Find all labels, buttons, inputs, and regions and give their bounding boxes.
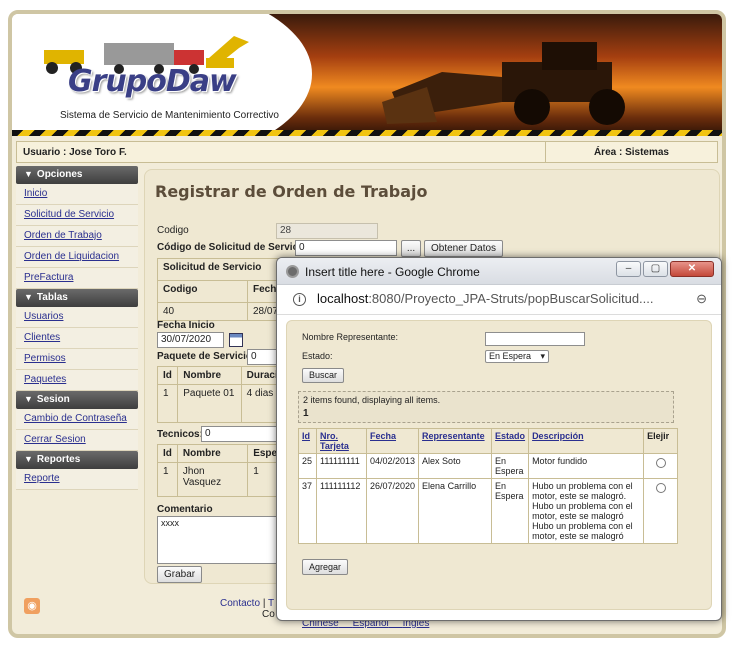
user-bar: Usuario : Jose Toro F. Área : Sistemas xyxy=(16,141,718,163)
user-bar-divider xyxy=(545,142,546,162)
sidebar-item-cambio-contrasena[interactable]: Cambio de Contraseña xyxy=(16,409,138,430)
codigo-solicitud-label: Código de Solicitud de Servicio xyxy=(157,242,308,253)
results-table: Id Nro. Tarjeta Fecha Representante Esta… xyxy=(298,428,678,544)
col-descripcion: Descripción xyxy=(528,428,645,454)
paquete-cell-nombre: Paquete 01 xyxy=(177,384,242,423)
col-id: Id xyxy=(156,366,179,385)
tecnico-cell-id: 1 xyxy=(157,462,178,497)
col-id: Id xyxy=(298,428,317,454)
select-radio[interactable] xyxy=(655,483,666,493)
sidebar-section-reportes[interactable]: ▼ Reportes xyxy=(16,451,138,469)
grabar-button[interactable]: Grabar xyxy=(157,566,203,583)
sidebar-item-clientes[interactable]: Clientes xyxy=(16,328,138,349)
col-elejir: Elejir xyxy=(643,428,678,454)
tecnico-cell-nombre: Jhon Vasquez xyxy=(176,462,249,497)
sidebar-item-reporte[interactable]: Reporte xyxy=(16,469,138,490)
codigo-solicitud-input[interactable]: 0 xyxy=(295,240,397,256)
table-row: 25 111111111 04/02/2013 Alex Soto En Esp… xyxy=(298,453,678,479)
footer: Contacto | T Co xyxy=(220,598,275,620)
triangle-down-icon: ▼ xyxy=(24,394,33,404)
comentario-label: Comentario xyxy=(157,504,213,515)
user-label: Usuario : Jose Toro F. xyxy=(23,147,127,158)
codigo-label: Codigo xyxy=(157,225,189,236)
maximize-button[interactable]: ▢ xyxy=(643,261,668,277)
lookup-button[interactable]: ... xyxy=(401,240,421,257)
triangle-down-icon: ▼ xyxy=(24,454,33,464)
sidebar-item-cerrar-sesion[interactable]: Cerrar Sesion xyxy=(16,430,138,451)
sidebar-item-inicio[interactable]: Inicio xyxy=(16,184,138,205)
sidebar-item-prefactura[interactable]: PreFactura xyxy=(16,268,138,289)
estado-select[interactable]: En Espera ▾ xyxy=(485,350,549,363)
brand-logo: GrupoDaw xyxy=(68,64,237,99)
fecha-inicio-input[interactable]: 30/07/2020 xyxy=(157,332,224,348)
contacto-link[interactable]: Contacto xyxy=(220,598,260,609)
hazard-stripe xyxy=(12,130,722,136)
header-banner: GrupoDaw Sistema de Servicio de Mantenim… xyxy=(12,14,722,136)
page-title: Registrar de Orden de Trabajo xyxy=(155,182,428,201)
paquete-label: Paquete de Servicio xyxy=(157,351,253,362)
table-row: 37 111111112 26/07/2020 Elena Carrillo E… xyxy=(298,478,678,544)
tecnicos-input[interactable]: 0 xyxy=(201,426,287,442)
col-nombre: Nombre xyxy=(176,444,249,463)
solicitud-cell-codigo: 40 xyxy=(157,302,248,321)
col-id: Id xyxy=(157,444,178,463)
popup-body: Nombre Representante: Estado: En Espera ▾… xyxy=(286,320,712,610)
sidebar-item-solicitud-servicio[interactable]: Solicitud de Servicio xyxy=(16,205,138,226)
fecha-inicio-label: Fecha Inicio xyxy=(157,320,215,331)
sidebar-item-paquetes[interactable]: Paquetes xyxy=(16,370,138,391)
paquete-cell-id: 1 xyxy=(156,384,179,423)
zoom-out-icon[interactable]: ⊖ xyxy=(696,291,707,307)
sidebar-section-sesion[interactable]: ▼ Sesion xyxy=(16,391,138,409)
nombre-input[interactable] xyxy=(485,332,585,346)
triangle-down-icon: ▼ xyxy=(24,292,33,302)
sidebar-item-orden-trabajo[interactable]: Orden de Trabajo xyxy=(16,226,138,247)
area-label: Área : Sistemas xyxy=(593,147,669,158)
sidebar-section-tablas[interactable]: ▼ Tablas xyxy=(16,289,138,307)
sidebar-item-usuarios[interactable]: Usuarios xyxy=(16,307,138,328)
sidebar-section-opciones[interactable]: ▼ Opciones xyxy=(16,166,138,184)
tecnicos-label: Tecnicos: xyxy=(157,429,203,440)
col-representante: Representante xyxy=(418,428,493,454)
calendar-icon[interactable] xyxy=(229,333,243,347)
window-titlebar[interactable]: Insert title here - Google Chrome – ▢ ✕ xyxy=(277,258,721,285)
minimize-button[interactable]: – xyxy=(616,261,641,277)
sidebar-item-orden-liquidacion[interactable]: Orden de Liquidacion xyxy=(16,247,138,268)
col-codigo: Codigo xyxy=(157,280,248,303)
buscar-button[interactable]: Buscar xyxy=(302,368,345,383)
popup-window: Insert title here - Google Chrome – ▢ ✕ … xyxy=(276,257,722,621)
window-title: Insert title here - Google Chrome xyxy=(305,265,480,279)
footer-link-t[interactable]: T xyxy=(268,598,274,609)
chrome-icon xyxy=(286,265,299,278)
agregar-button[interactable]: Agregar xyxy=(302,559,349,575)
results-summary: 2 items found, displaying all items. 1 xyxy=(298,391,674,423)
obtener-datos-button[interactable]: Obtener Datos xyxy=(424,240,504,257)
triangle-down-icon: ▼ xyxy=(24,169,33,179)
url-text[interactable]: localhost:8080/Proyecto_JPA-Struts/popBu… xyxy=(317,291,654,306)
app-subtitle: Sistema de Servicio de Mantenimiento Cor… xyxy=(60,110,279,121)
bulldozer-illustration xyxy=(382,42,625,125)
close-button[interactable]: ✕ xyxy=(670,261,714,277)
solicitud-header: Solicitud de Servicio xyxy=(157,258,288,281)
codigo-field: 28 xyxy=(276,223,378,239)
page-number[interactable]: 1 xyxy=(303,408,669,419)
address-bar[interactable]: i localhost:8080/Proyecto_JPA-Struts/pop… xyxy=(277,285,721,315)
estado-label: Estado: xyxy=(302,351,333,361)
col-nro-tarjeta: Nro. Tarjeta xyxy=(316,428,367,454)
select-radio[interactable] xyxy=(655,458,666,468)
sidebar: ▼ Opciones Inicio Solicitud de Servicio O… xyxy=(16,166,138,490)
col-nombre: Nombre xyxy=(177,366,242,385)
nombre-label: Nombre Representante: xyxy=(302,332,399,342)
col-estado: Estado xyxy=(491,428,530,454)
chevron-down-icon: ▾ xyxy=(540,351,545,361)
comentario-textarea[interactable]: xxxx xyxy=(157,516,287,564)
col-fecha: Fecha xyxy=(365,428,420,454)
sidebar-item-permisos[interactable]: Permisos xyxy=(16,349,138,370)
info-icon[interactable]: i xyxy=(293,293,306,306)
rss-icon[interactable]: ◉ xyxy=(24,598,40,614)
footer-copyright: Co xyxy=(262,609,275,620)
